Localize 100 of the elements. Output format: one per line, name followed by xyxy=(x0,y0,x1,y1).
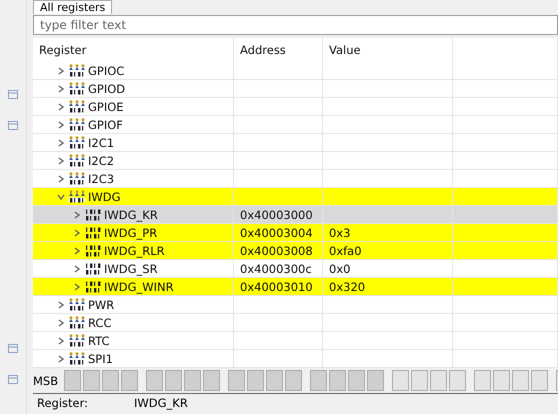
peripheral-icon xyxy=(69,64,85,77)
register-row[interactable]: IWDG_RLR 0x40003008 0xfa0 xyxy=(33,242,558,260)
bit-cell[interactable] xyxy=(449,370,466,391)
column-header[interactable]: Value xyxy=(329,43,361,57)
bit-cell[interactable] xyxy=(285,370,302,391)
register-name: GPIOE xyxy=(88,100,124,114)
register-name: IWDG xyxy=(88,190,121,204)
address-text: 0x40003000 xyxy=(240,208,313,222)
register-row[interactable]: RCC xyxy=(33,314,558,332)
peripheral-icon xyxy=(69,316,85,329)
register-row[interactable]: IWDG_KR 0x40003000 xyxy=(33,206,558,224)
register-row[interactable]: RTC xyxy=(33,332,558,350)
chevron-right-icon[interactable] xyxy=(73,246,81,254)
bit-cell[interactable] xyxy=(367,370,384,391)
peripheral-icon xyxy=(69,352,85,365)
chevron-right-icon[interactable] xyxy=(57,354,65,362)
register-row[interactable]: IWDG xyxy=(33,188,558,206)
peripheral-icon xyxy=(69,334,85,347)
bit-cell[interactable] xyxy=(247,370,264,391)
register-name: IWDG_SR xyxy=(104,262,158,276)
register-icon xyxy=(85,280,101,292)
register-name: RTC xyxy=(88,334,110,348)
bit-cell[interactable] xyxy=(474,370,492,391)
register-row[interactable]: IWDG_PR 0x40003004 0x3 xyxy=(33,224,558,242)
bit-cell[interactable] xyxy=(310,370,328,391)
bit-cell[interactable] xyxy=(531,370,548,391)
chevron-right-icon[interactable] xyxy=(57,336,65,344)
bit-cell[interactable] xyxy=(165,370,182,391)
bit-cell[interactable] xyxy=(430,370,448,391)
register-icon xyxy=(85,262,101,274)
peripheral-icon xyxy=(69,100,85,113)
address-text: 0x40003004 xyxy=(240,226,313,240)
register-name: I2C3 xyxy=(88,172,114,186)
register-row[interactable]: SPI1 xyxy=(33,350,558,368)
address-text: 0x40003010 xyxy=(240,280,313,294)
register-row[interactable]: GPIOD xyxy=(33,80,558,98)
register-name: SPI1 xyxy=(88,352,113,366)
chevron-right-icon[interactable] xyxy=(57,102,65,110)
chevron-right-icon[interactable] xyxy=(57,156,65,164)
column-header[interactable]: Address xyxy=(240,43,286,57)
bit-cell[interactable] xyxy=(493,370,510,391)
register-row[interactable]: GPIOF xyxy=(33,116,558,134)
peripheral-icon xyxy=(69,118,85,131)
panel-icon[interactable] xyxy=(8,375,18,384)
register-row[interactable]: I2C2 xyxy=(33,152,558,170)
register-row[interactable]: I2C3 xyxy=(33,170,558,188)
column-header[interactable]: Register xyxy=(39,43,86,57)
chevron-right-icon[interactable] xyxy=(73,210,81,218)
bit-cell[interactable] xyxy=(266,370,284,391)
register-row[interactable]: IWDG_SR 0x4000300c 0x0 xyxy=(33,260,558,278)
chevron-down-icon[interactable] xyxy=(57,192,65,200)
register-row[interactable]: PWR xyxy=(33,296,558,314)
chevron-right-icon[interactable] xyxy=(57,300,65,308)
chevron-right-icon[interactable] xyxy=(57,84,65,92)
bit-cell[interactable] xyxy=(203,370,220,391)
bit-cell[interactable] xyxy=(121,370,138,391)
bit-cell[interactable] xyxy=(64,370,82,391)
register-row[interactable]: GPIOE xyxy=(33,98,558,116)
chevron-right-icon[interactable] xyxy=(73,264,81,272)
bit-cell[interactable] xyxy=(83,370,100,391)
peripheral-icon xyxy=(69,172,85,185)
chevron-right-icon[interactable] xyxy=(57,318,65,326)
chevron-right-icon[interactable] xyxy=(73,282,81,290)
bit-cell[interactable] xyxy=(184,370,202,391)
value-text: 0xfa0 xyxy=(329,244,362,258)
bit-cell[interactable] xyxy=(228,370,246,391)
chevron-right-icon[interactable] xyxy=(57,138,65,146)
value-text: 0x320 xyxy=(329,280,366,294)
bit-cell[interactable] xyxy=(146,370,164,391)
bit-cell[interactable] xyxy=(329,370,346,391)
register-label: Register: xyxy=(37,396,88,410)
register-icon xyxy=(85,226,101,238)
bit-cell[interactable] xyxy=(392,370,410,391)
register-name: I2C1 xyxy=(88,136,114,150)
panel-icon[interactable] xyxy=(8,121,18,130)
register-row[interactable]: I2C1 xyxy=(33,134,558,152)
register-row[interactable]: GPIOC xyxy=(33,62,558,80)
register-name: RCC xyxy=(88,316,112,330)
filter-field[interactable]: type filter text xyxy=(33,15,558,35)
panel-icon[interactable] xyxy=(8,90,18,99)
register-name: GPIOF xyxy=(88,118,123,132)
value-text: 0x0 xyxy=(329,262,350,276)
bit-cell[interactable] xyxy=(512,370,530,391)
register-icon xyxy=(85,244,101,256)
chevron-right-icon[interactable] xyxy=(57,174,65,182)
bit-cell[interactable] xyxy=(411,370,428,391)
register-name: PWR xyxy=(88,298,114,312)
peripheral-icon xyxy=(69,298,85,311)
tab[interactable]: All registers xyxy=(33,0,112,14)
register-name: IWDG_KR xyxy=(104,208,158,222)
register-name: GPIOC xyxy=(88,64,124,78)
chevron-right-icon[interactable] xyxy=(57,66,65,74)
register-icon xyxy=(85,208,101,220)
chevron-right-icon[interactable] xyxy=(73,228,81,236)
bit-cell[interactable] xyxy=(102,370,120,391)
panel-icon[interactable] xyxy=(8,344,18,353)
peripheral-icon xyxy=(69,82,85,95)
chevron-right-icon[interactable] xyxy=(57,120,65,128)
bit-cell[interactable] xyxy=(348,370,366,391)
register-row[interactable]: IWDG_WINR 0x40003010 0x320 xyxy=(33,278,558,296)
